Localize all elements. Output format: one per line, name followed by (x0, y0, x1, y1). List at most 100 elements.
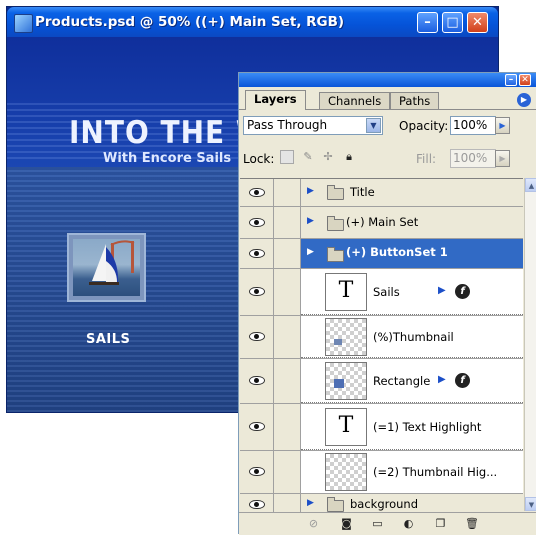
add-mask-icon[interactable]: ◙ (340, 518, 353, 530)
link-layers-icon[interactable]: ⊘ (307, 518, 320, 530)
effects-expand-triangle-icon[interactable]: ▶ (438, 285, 446, 296)
layer-name: (%)Thumbnail (373, 330, 454, 344)
menu-arrow-icon: ▶ (520, 95, 528, 104)
minimize-icon: – (508, 75, 514, 85)
canvas-subtitle: With Encore Sails (103, 151, 232, 166)
tab-layers[interactable]: Layers (245, 90, 306, 110)
eye-icon (249, 376, 265, 385)
palette-menu-button[interactable]: ▶ (517, 93, 531, 107)
folder-icon (327, 497, 344, 512)
text-layer-thumbnail: T (325, 408, 367, 446)
blend-mode-value: Pass Through (247, 118, 328, 132)
layer-name: background (350, 497, 419, 511)
visibility-toggle[interactable] (240, 451, 274, 493)
link-cell[interactable] (274, 269, 301, 315)
close-icon: ✕ (521, 75, 529, 85)
trash-icon[interactable]: 🗑︎ (465, 518, 479, 530)
layer-row[interactable]: ▶ background (240, 494, 523, 512)
sailboat-icon (89, 240, 135, 285)
visibility-toggle[interactable] (240, 316, 274, 358)
sailboat-thumbnail-frame[interactable] (67, 233, 146, 302)
opacity-value: 100% (453, 118, 488, 132)
layer-row[interactable]: ▶ Title (240, 179, 523, 207)
layer-name: (+) Main Set (346, 215, 419, 229)
link-cell[interactable] (274, 239, 301, 268)
chevron-down-icon[interactable]: ▼ (366, 118, 381, 133)
document-titlebar[interactable]: Products.psd @ 50% ((+) Main Set, RGB) –… (7, 7, 498, 37)
expand-triangle-icon[interactable]: ▶ (307, 186, 314, 196)
image-layer-thumbnail (325, 362, 367, 400)
opacity-input[interactable]: 100% (450, 116, 496, 135)
fill-slider-button[interactable]: ▶ (495, 150, 510, 167)
visibility-toggle[interactable] (240, 404, 274, 450)
layer-row[interactable]: T Sails ▶ f (240, 269, 523, 316)
link-cell[interactable] (274, 316, 301, 358)
chevron-right-icon: ▶ (499, 121, 506, 130)
new-layer-icon[interactable]: ❐ (434, 518, 447, 530)
scroll-up-icon[interactable]: ▲ (525, 178, 536, 192)
sails-button-label[interactable]: SAILS (86, 332, 130, 347)
visibility-toggle[interactable] (240, 359, 274, 403)
thumbnail-preview (334, 339, 342, 345)
link-cell[interactable] (274, 179, 301, 206)
layer-row[interactable]: (=2) Thumbnail Hig... (240, 451, 523, 494)
eye-icon (249, 422, 265, 431)
eye-icon (249, 332, 265, 341)
palette-minimize-button[interactable]: – (505, 74, 517, 86)
folder-icon (327, 216, 344, 231)
visibility-toggle[interactable] (240, 179, 274, 206)
eye-icon (249, 218, 265, 227)
link-cell[interactable] (274, 404, 301, 450)
visibility-toggle[interactable] (240, 207, 274, 238)
text-layer-thumbnail: T (325, 273, 367, 311)
fill-input[interactable]: 100% (450, 149, 496, 168)
tab-channels[interactable]: Channels (319, 92, 391, 109)
layer-row[interactable]: ▶ (+) Main Set (240, 207, 523, 239)
palette-tabs: Layers Channels Paths ▶ (239, 89, 536, 110)
expand-triangle-icon[interactable]: ▶ (307, 498, 314, 508)
eye-icon (249, 287, 265, 296)
layer-row[interactable]: T (=1) Text Highlight (240, 404, 523, 451)
layer-effects-icon[interactable]: f (455, 284, 470, 299)
opacity-slider-button[interactable]: ▶ (495, 117, 510, 134)
layer-row[interactable]: (%)Thumbnail (240, 316, 523, 359)
visibility-toggle[interactable] (240, 239, 274, 268)
link-cell[interactable] (274, 359, 301, 403)
layer-effects-icon[interactable]: f (455, 373, 470, 388)
thumbnail-preview (334, 379, 344, 388)
eye-icon (249, 500, 265, 509)
link-cell[interactable] (274, 207, 301, 238)
lock-all-icon[interactable]: 🔒︎ (342, 150, 356, 164)
close-button[interactable]: ✕ (467, 12, 488, 33)
tab-paths[interactable]: Paths (390, 92, 440, 109)
layer-row[interactable]: Rectangle ▶ f (240, 359, 523, 404)
eye-icon (249, 249, 265, 258)
sailboat-image (73, 239, 140, 296)
minimize-button[interactable]: – (417, 12, 438, 33)
maximize-icon: □ (446, 15, 459, 30)
blend-mode-select[interactable]: Pass Through ▼ (243, 116, 383, 135)
effects-expand-triangle-icon[interactable]: ▶ (438, 374, 446, 385)
visibility-toggle[interactable] (240, 494, 274, 512)
lock-label: Lock: (243, 152, 275, 166)
expand-triangle-icon[interactable]: ▶ (307, 247, 314, 257)
layer-name: (=1) Text Highlight (373, 420, 482, 434)
new-set-icon[interactable]: ▭ (371, 518, 384, 530)
palette-close-button[interactable]: ✕ (519, 74, 531, 86)
type-icon: T (338, 278, 354, 303)
palette-titlebar[interactable]: – ✕ (239, 73, 536, 87)
link-cell[interactable] (274, 451, 301, 493)
maximize-button[interactable]: □ (442, 12, 463, 33)
lock-image-brush-icon[interactable]: ✎ (301, 150, 315, 164)
lock-position-move-icon[interactable]: ✢ (321, 150, 335, 164)
lock-transparency-icon[interactable] (280, 150, 294, 164)
visibility-toggle[interactable] (240, 269, 274, 315)
link-cell[interactable] (274, 494, 301, 512)
adjustment-layer-icon[interactable]: ◐ (402, 518, 415, 530)
close-icon: ✕ (472, 15, 483, 30)
scroll-down-icon[interactable]: ▼ (525, 497, 536, 511)
layer-row-selected[interactable]: ▶ (+) ButtonSet 1 (240, 239, 523, 269)
layers-scrollbar[interactable]: ▲ ▼ (524, 178, 536, 511)
expand-triangle-icon[interactable]: ▶ (307, 216, 314, 226)
layers-palette: – ✕ Layers Channels Paths ▶ Pass Through… (238, 72, 536, 535)
